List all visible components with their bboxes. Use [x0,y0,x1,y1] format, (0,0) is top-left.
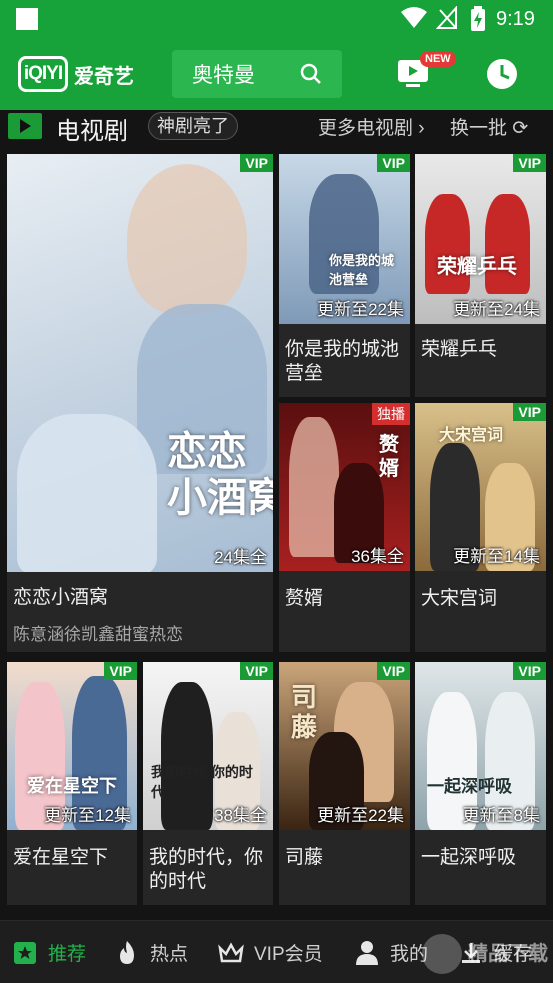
episode-count: 更新至8集 [462,806,540,825]
vip-badge: VIP [513,154,546,172]
poster-title: 你是我的城池营垒 [329,253,395,287]
poster-title: 爱在星空下 [27,776,117,796]
poster-image: 我的时代 你的时代 VIP 38集全 [143,662,273,830]
card-title: 你是我的城池营垒 [285,339,400,384]
poster-title: 我的时代 你的时代 [151,764,253,800]
poster-title: 大宋宫词 [439,427,504,444]
card-title: 爱在星空下 [13,847,109,868]
poster-image: 荣耀乒乓 VIP 更新至24集 [415,154,546,324]
vip-badge: VIP [240,154,273,172]
vip-badge: VIP [513,403,546,421]
nav-mine[interactable]: 我的 [354,939,428,966]
poster-title: 司藤 [291,682,318,742]
vip-badge: VIP [104,662,137,680]
vip-badge: VIP [377,154,410,172]
poster-image: 爱在星空下 VIP 更新至12集 [7,662,137,830]
drama-card[interactable]: 爱在星空下 VIP 更新至12集 爱在星空下 [7,662,137,905]
card-title: 大宋宫词 [421,588,498,609]
poster-image: 赘婿 独播 36集全 [279,403,410,571]
poster-title: 一起深呼吸 [427,777,512,796]
card-title: 恋恋小酒窝 [13,587,109,608]
drama-card[interactable]: 一起深呼吸 VIP 更新至8集 一起深呼吸 [415,662,546,905]
wifi-icon [401,7,427,28]
section-header: 电视剧 神剧亮了 更多电视剧 › 换一批 ⟳ [0,110,553,145]
drama-card[interactable]: 荣耀乒乓 VIP 更新至24集 荣耀乒乓 [415,154,546,397]
nav-label: VIP会员 [254,944,323,965]
more-tv-link[interactable]: 更多电视剧 › [318,113,425,140]
crown-icon [218,940,244,966]
poster-image: 一起深呼吸 VIP 更新至8集 [415,662,546,830]
star-icon [12,940,38,966]
play-icon [8,113,42,139]
drama-card[interactable]: 赘婿 独播 36集全 赘婿 [279,403,410,652]
card-subtitle: 陈意涵徐凯鑫甜蜜热恋 [13,625,183,644]
poster-image: 恋恋 小酒窝 VIP 24集全 [7,154,273,572]
person-icon [354,940,380,966]
vip-badge: VIP [240,662,273,680]
nav-label: 推荐 [48,944,87,965]
top-app-bar: iQIYI 爱奇艺 奥特曼 NEW [0,38,553,110]
logo-mark: iQIYI [18,56,68,92]
drama-card[interactable]: 大宋宫词 VIP 更新至14集 大宋宫词 [415,403,546,652]
search-icon [300,63,321,84]
notification-icon [16,8,38,30]
card-title: 荣耀乒乓 [421,339,498,360]
nav-label: 热点 [150,944,189,965]
vip-badge: VIP [513,662,546,680]
poster-image: 司藤 VIP 更新至22集 [279,662,410,830]
search-query: 奥特曼 [192,64,255,87]
poster-title: 荣耀乒乓 [437,256,517,278]
poster-title: 赘婿 [379,434,399,480]
nav-hot[interactable]: 热点 [114,939,188,966]
history-clock-icon[interactable] [486,58,518,90]
signal-icon [436,6,457,29]
episode-count: 36集全 [351,547,404,566]
poster-image: 你是我的城池营垒 VIP 更新至22集 [279,154,410,324]
iqiyi-logo[interactable]: iQIYI 爱奇艺 [18,54,134,94]
episode-count: 38集全 [214,806,267,825]
drama-card[interactable]: 你是我的城池营垒 VIP 更新至22集 你是我的城池营垒 [279,154,410,397]
logo-text: 爱奇艺 [74,65,134,88]
clock: 9:19 [496,8,535,30]
episode-count: 更新至12集 [44,806,131,825]
poster-title: 恋恋 小酒窝 [167,430,273,520]
poster-image: 大宋宫词 VIP 更新至14集 [415,403,546,571]
watermark-text: 精品下载 [468,941,548,965]
card-title: 司藤 [285,847,324,868]
search-box[interactable]: 奥特曼 [172,50,342,98]
card-title: 我的时代，你的时代 [149,847,264,892]
episode-count: 更新至24集 [453,300,540,319]
status-bar: 9:19 [0,0,553,38]
new-badge: NEW [420,51,456,67]
section-title: 电视剧 [56,118,128,145]
drama-card[interactable]: 司藤 VIP 更新至22集 司藤 [279,662,410,905]
nav-recommend[interactable]: 推荐 [12,939,86,966]
card-title: 赘婿 [285,588,324,609]
episode-count: 更新至22集 [317,806,404,825]
vip-badge: VIP [377,662,410,680]
card-title: 一起深呼吸 [421,847,517,868]
episode-count: 24集全 [214,548,267,567]
refresh-batch-button[interactable]: 换一批 ⟳ [450,113,528,140]
flame-icon [114,940,140,966]
watermark-logo: 精品下载 [418,928,553,980]
episode-count: 更新至22集 [317,300,404,319]
battery-charging-icon [471,6,485,31]
drama-card[interactable]: 恋恋 小酒窝 VIP 24集全 恋恋小酒窝 陈意涵徐凯鑫甜蜜热恋 [7,154,273,652]
drama-card[interactable]: 我的时代 你的时代 VIP 38集全 我的时代，你的时代 [143,662,273,905]
episode-count: 更新至14集 [453,547,540,566]
section-tag[interactable]: 神剧亮了 [148,112,238,140]
exclusive-badge: 独播 [372,403,410,425]
nav-vip[interactable]: VIP会员 [218,939,323,966]
